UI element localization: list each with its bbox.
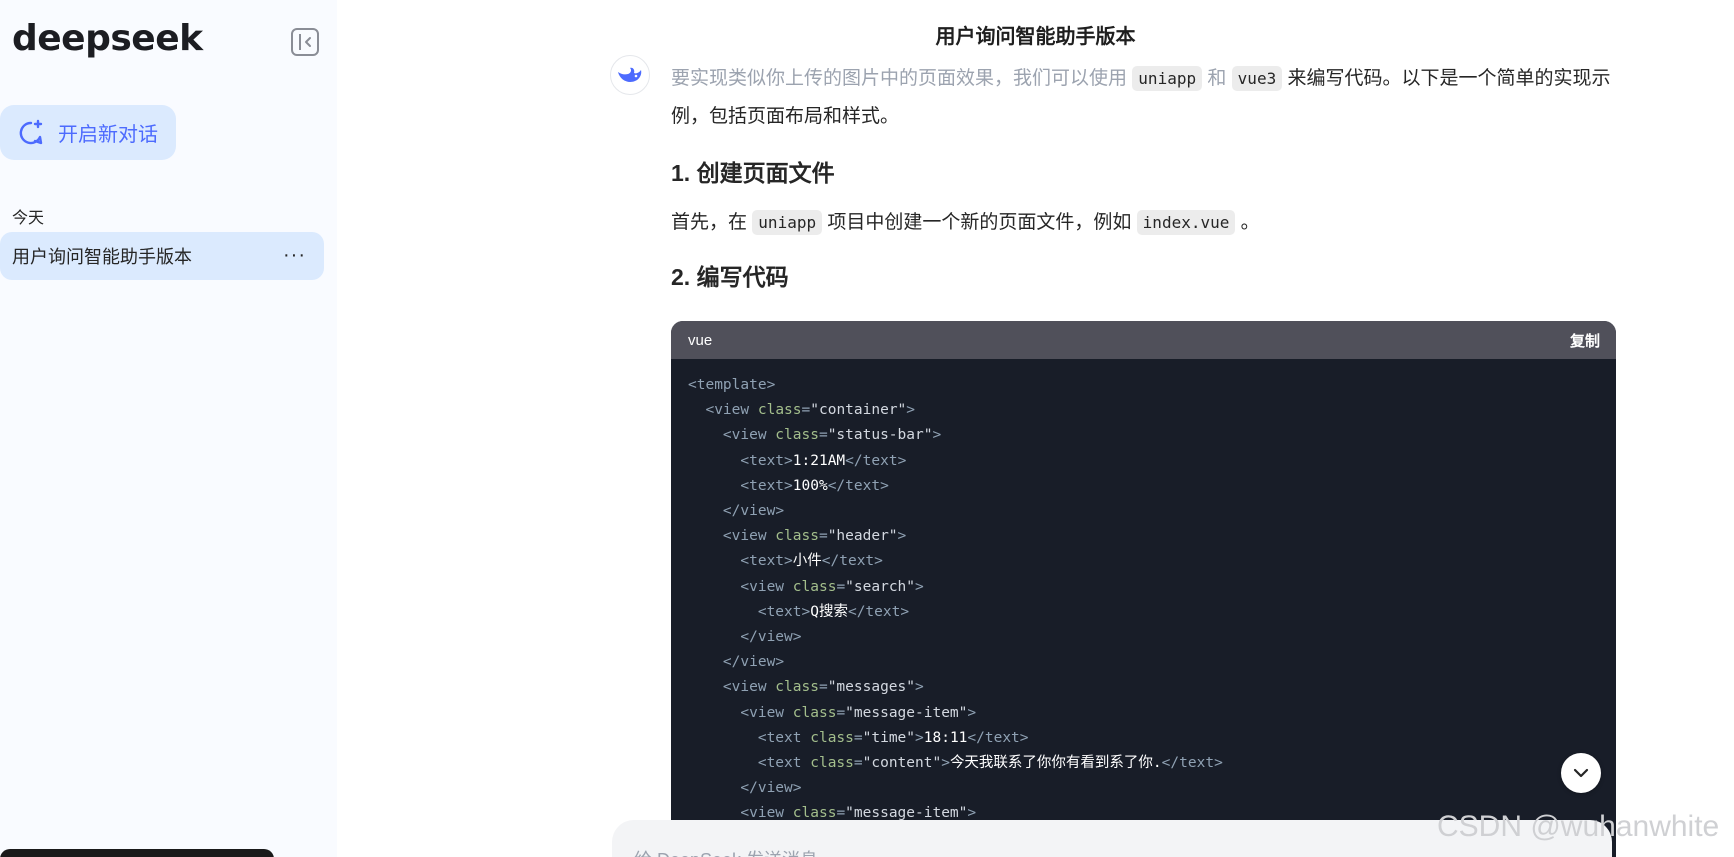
assistant-message: 要实现类似你上传的图片中的页面效果，我们可以使用 uniapp 和 vue3 来… <box>671 60 1616 296</box>
code-line: <view class="status-bar"> <box>722 427 942 444</box>
inline-code: vue3 <box>1231 66 1283 91</box>
code-language: vue <box>688 331 713 349</box>
code-body: <template> <view class="container"> <vie… <box>671 359 1616 827</box>
chevron-down-icon <box>1573 768 1589 778</box>
section-today-label: 今天 <box>12 210 45 227</box>
code-line: <text>100%</text> <box>740 477 889 494</box>
intro-text-1: 要实现类似你上传的图片中的页面效果，我们可以使用 <box>671 68 1128 89</box>
inline-code: uniapp <box>1132 66 1203 91</box>
code-line: <view class="message-item"> <box>740 704 977 721</box>
code-block: vue 复制 <template> <view class="container… <box>671 321 1616 857</box>
step1-paragraph: 首先，在 uniapp 项目中创建一个新的页面文件，例如 index.vue 。 <box>671 204 1616 242</box>
code-line: <view class="search"> <box>740 578 924 595</box>
code-line: <text>小件</text> <box>740 553 883 570</box>
intro-paragraph: 要实现类似你上传的图片中的页面效果，我们可以使用 uniapp 和 vue3 来… <box>671 60 1616 136</box>
code-line: </view> <box>740 780 802 797</box>
code-line: <text class="time">18:11</text> <box>757 729 1029 746</box>
inline-code: index.vue <box>1136 210 1236 235</box>
collapse-sidebar-button[interactable] <box>291 28 319 56</box>
code-line: <template> <box>688 377 776 393</box>
code-line: <text class="content">今天我联系了你你有看到系了你.</t… <box>757 755 1223 772</box>
conversation-item[interactable]: 用户询问智能助手版本 ··· <box>0 232 324 280</box>
new-chat-icon <box>19 119 43 144</box>
assistant-avatar <box>610 55 650 95</box>
conversation-title: 用户询问智能助手版本 <box>12 247 192 267</box>
new-chat-button[interactable]: 开启新对话 <box>0 105 176 160</box>
code-line: </view> <box>722 503 785 520</box>
code-line: </view> <box>722 654 785 671</box>
inline-code: uniapp <box>752 210 823 235</box>
copy-button[interactable]: 复制 <box>1570 330 1600 351</box>
sidebar-bottom-bar <box>0 849 274 857</box>
whale-logo-icon <box>618 67 642 82</box>
sidebar: deepseek 开启新对话 今天 用户询问智能助手版本 ··· <box>0 0 337 857</box>
code-line: <view class="messages"> <box>722 679 924 696</box>
chevron-left-icon <box>305 37 311 47</box>
watermark: CSDN @wuhanwhite <box>1437 810 1720 843</box>
code-line: <view class="container"> <box>705 402 916 419</box>
code-line: </view> <box>740 629 802 646</box>
code-block-header: vue 复制 <box>671 321 1616 359</box>
code-line: <text>Q搜索</text> <box>757 603 910 620</box>
page-title: 用户询问智能助手版本 <box>935 26 1136 48</box>
new-chat-label: 开启新对话 <box>58 124 158 146</box>
step1-text-1: 首先，在 <box>671 212 748 233</box>
scroll-to-bottom-button[interactable] <box>1561 753 1601 793</box>
step1-text-3: 。 <box>1240 212 1260 233</box>
step1-text-2: 项目中创建一个新的页面文件，例如 <box>827 212 1132 233</box>
more-options-icon[interactable]: ··· <box>283 244 306 267</box>
deepseek-logo[interactable]: deepseek <box>12 18 203 59</box>
intro-text-2: 和 <box>1207 68 1227 89</box>
step2-heading: 2. 编写代码 <box>671 264 789 290</box>
code-line: <view class="header"> <box>722 528 907 545</box>
chat-main: 用户询问智能助手版本 要实现类似你上传的图片中的页面效果，我们可以使用 unia… <box>337 0 1734 857</box>
code-line: <text>1:21AM</text> <box>740 452 907 469</box>
collapse-sidebar-icon <box>299 34 302 50</box>
step1-heading: 1. 创建页面文件 <box>671 160 835 186</box>
